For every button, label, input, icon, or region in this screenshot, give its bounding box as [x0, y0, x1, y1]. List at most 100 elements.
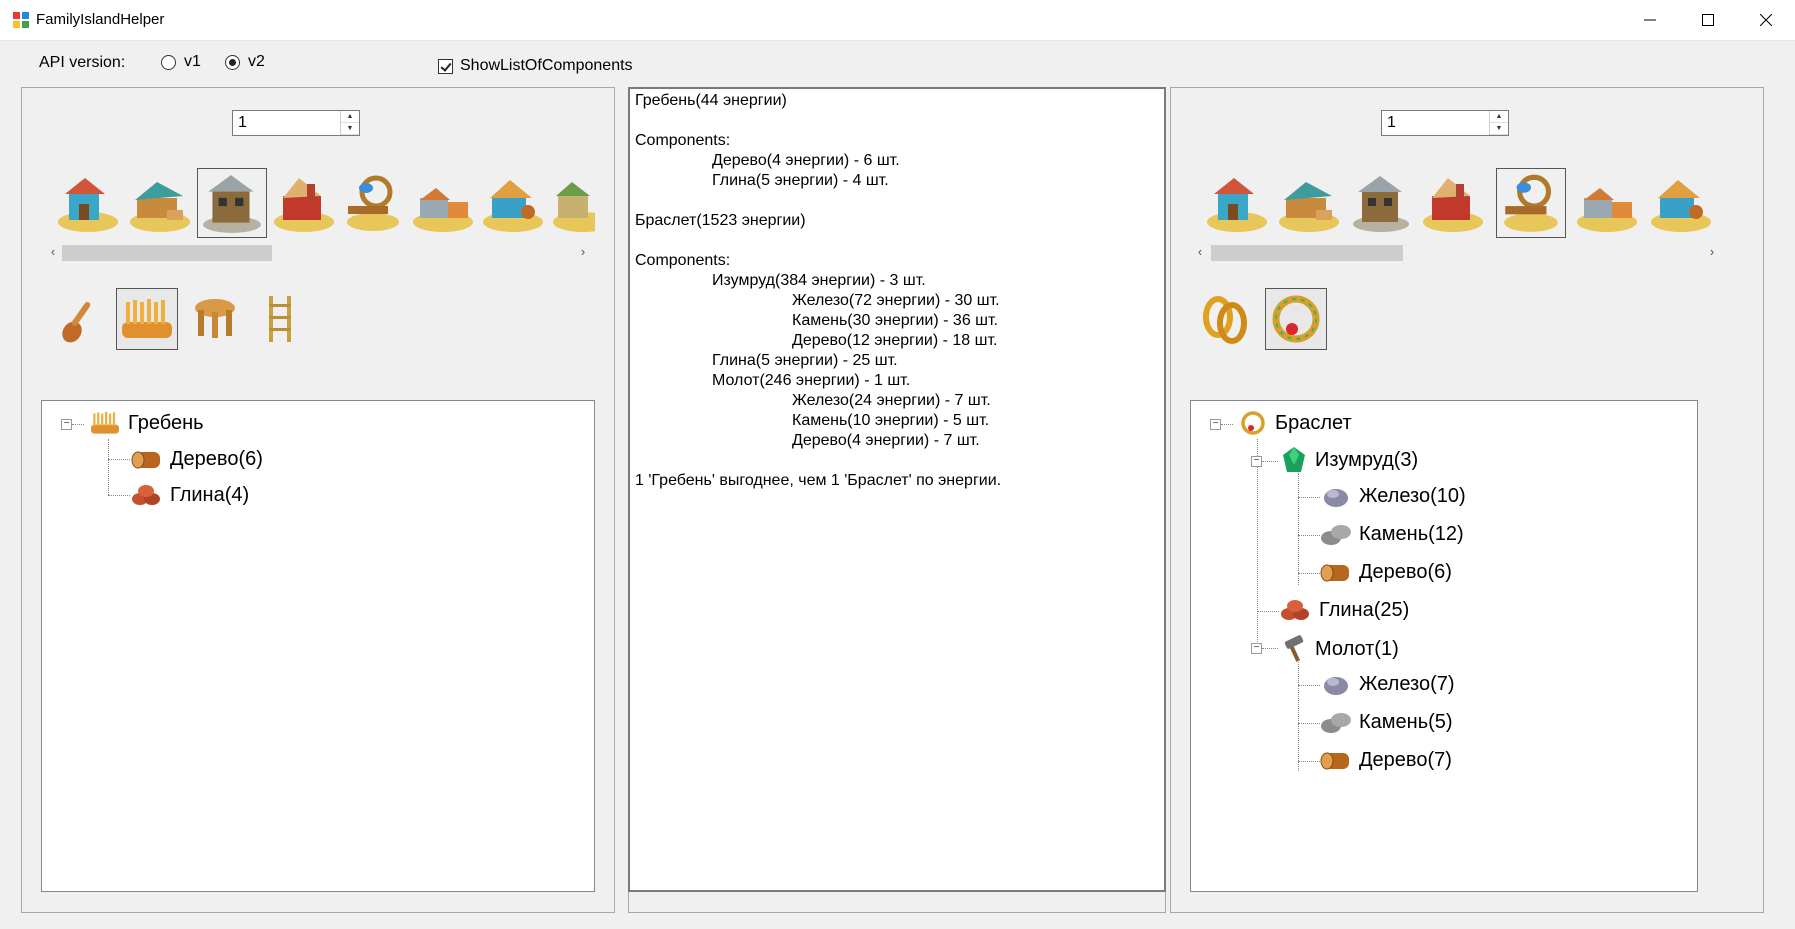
building-2-icon[interactable]	[127, 170, 193, 236]
right-quantity-value[interactable]: 1	[1387, 114, 1396, 132]
building-6-icon[interactable]	[410, 170, 476, 236]
minimize-button[interactable]	[1621, 0, 1679, 40]
close-button[interactable]	[1737, 0, 1795, 40]
tree-node-label: Изумруд(3)	[1315, 448, 1419, 471]
building-1-icon[interactable]	[55, 170, 121, 236]
ladder-icon	[269, 296, 291, 342]
components-textbox[interactable]: Гребень(44 энергии) Components: Дерево(4…	[628, 87, 1166, 892]
wood-log-icon	[1320, 564, 1349, 582]
collapse-icon[interactable]: −	[1251, 456, 1262, 467]
text-line: Камень(30 энергии) - 36 шт.	[792, 312, 998, 329]
text-line: Components:	[635, 252, 731, 269]
tree-node-iron[interactable]: Железо(7)	[1319, 670, 1455, 698]
right-tree[interactable]: − Браслет − Изумруд(3) Железо(10) Камень…	[1190, 400, 1698, 892]
right-building-strip	[1204, 168, 1724, 238]
collapse-icon[interactable]: −	[1210, 419, 1221, 430]
building-8-icon[interactable]	[550, 170, 595, 236]
tree-node-wood[interactable]: Дерево(7)	[1319, 746, 1452, 774]
checkbox-box[interactable]	[438, 58, 453, 74]
building-7-icon[interactable]	[480, 170, 546, 236]
tree-node-hammer[interactable]: Молот(1)	[1279, 634, 1399, 664]
item-ladder[interactable]	[249, 288, 311, 350]
text-line: Железо(72 энергии) - 30 шт.	[792, 292, 1000, 309]
building-5-selected[interactable]	[1496, 168, 1566, 238]
item-rings[interactable]	[1195, 288, 1257, 350]
collapse-icon[interactable]: −	[1251, 643, 1262, 654]
tree-node-label: Камень(5)	[1359, 710, 1453, 733]
scroll-thumb[interactable]	[62, 245, 272, 261]
spin-down-icon[interactable]: ▼	[341, 123, 359, 135]
radio-v2[interactable]: v2	[225, 53, 265, 71]
tree-node-label: Молот(1)	[1315, 637, 1399, 660]
rings-icon	[1203, 296, 1247, 344]
tree-node-label: Гребень	[128, 411, 204, 434]
maximize-button[interactable]	[1679, 0, 1737, 40]
bracelet-icon	[1272, 295, 1320, 343]
maximize-icon	[1702, 14, 1714, 26]
wood-log-icon	[1320, 752, 1349, 770]
tree-node-label: Глина(25)	[1319, 598, 1410, 621]
building-3-icon[interactable]	[1348, 170, 1414, 236]
tree-node-stone[interactable]: Камень(12)	[1319, 520, 1464, 548]
close-icon	[1760, 14, 1772, 26]
building-1-icon[interactable]	[1204, 170, 1270, 236]
right-building-scrollbar[interactable]: ‹ ›	[1191, 242, 1721, 261]
tree-node-wood[interactable]: Дерево(6)	[130, 445, 263, 473]
scroll-right-icon[interactable]: ›	[1703, 242, 1721, 260]
comb-icon	[122, 299, 172, 338]
tree-node-root[interactable]: Гребень	[88, 409, 204, 437]
building-5-icon	[1504, 174, 1558, 232]
radio-v1[interactable]: v1	[161, 53, 201, 71]
radio-v2-circle[interactable]	[225, 54, 240, 70]
collapse-icon[interactable]: −	[61, 419, 72, 430]
scroll-left-icon[interactable]: ‹	[44, 242, 62, 260]
item-bracelet-selected[interactable]	[1265, 288, 1327, 350]
stone-icon	[1321, 525, 1351, 545]
tree-node-root[interactable]: Браслет	[1237, 409, 1352, 437]
minimize-icon	[1644, 19, 1656, 21]
item-comb-selected[interactable]	[116, 288, 178, 350]
left-tree[interactable]: − Гребень Дерево(6) Глина(4)	[41, 400, 595, 892]
building-3-selected[interactable]	[197, 168, 267, 238]
left-quantity-value[interactable]: 1	[238, 114, 247, 132]
tree-node-wood[interactable]: Дерево(6)	[1319, 558, 1452, 586]
scroll-left-icon[interactable]: ‹	[1191, 242, 1209, 260]
text-line: Глина(5 энергии) - 25 шт.	[712, 352, 898, 369]
radio-v1-circle[interactable]	[161, 54, 176, 70]
text-line: Камень(10 энергии) - 5 шт.	[792, 412, 990, 429]
tree-node-label: Дерево(7)	[1359, 748, 1452, 771]
building-7-icon[interactable]	[1648, 170, 1714, 236]
stone-icon	[1321, 713, 1351, 733]
building-2-icon[interactable]	[1276, 170, 1342, 236]
text-line: Молот(246 энергии) - 1 шт.	[712, 372, 911, 389]
left-quantity-spinner[interactable]: 1 ▲ ▼	[232, 110, 360, 136]
spin-down-icon[interactable]: ▼	[1490, 123, 1508, 135]
building-5-icon[interactable]	[340, 170, 406, 236]
building-4-icon[interactable]	[271, 170, 337, 236]
tree-node-iron[interactable]: Железо(10)	[1319, 482, 1466, 510]
tree-node-label: Глина(4)	[170, 483, 250, 506]
text-line: Изумруд(384 энергии) - 3 шт.	[712, 272, 926, 289]
item-stool[interactable]	[184, 288, 246, 350]
left-building-scrollbar[interactable]: ‹ ›	[44, 242, 592, 261]
tree-node-label: Железо(10)	[1359, 484, 1466, 507]
building-6-icon[interactable]	[1574, 170, 1640, 236]
building-4-icon[interactable]	[1420, 170, 1486, 236]
show-list-checkbox[interactable]: ShowListOfComponents	[438, 57, 633, 75]
api-version-label: API version:	[39, 54, 126, 71]
tree-node-clay[interactable]: Глина(25)	[1279, 596, 1409, 624]
tree-node-emerald[interactable]: Изумруд(3)	[1279, 445, 1418, 475]
spoon-icon	[62, 301, 91, 343]
spin-up-icon[interactable]: ▲	[1490, 111, 1508, 123]
scroll-right-icon[interactable]: ›	[574, 242, 592, 260]
tree-node-stone[interactable]: Камень(5)	[1319, 708, 1453, 736]
item-spoon[interactable]	[52, 288, 114, 350]
title-bar: FamilyIslandHelper	[0, 0, 1795, 41]
middle-panel-footer	[628, 892, 1166, 913]
text-line: Железо(24 энергии) - 7 шт.	[792, 392, 991, 409]
right-quantity-spinner[interactable]: 1 ▲ ▼	[1381, 110, 1509, 136]
spin-up-icon[interactable]: ▲	[341, 111, 359, 123]
radio-v1-label: v1	[184, 53, 201, 70]
scroll-thumb[interactable]	[1211, 245, 1403, 261]
tree-node-clay[interactable]: Глина(4)	[130, 481, 249, 509]
